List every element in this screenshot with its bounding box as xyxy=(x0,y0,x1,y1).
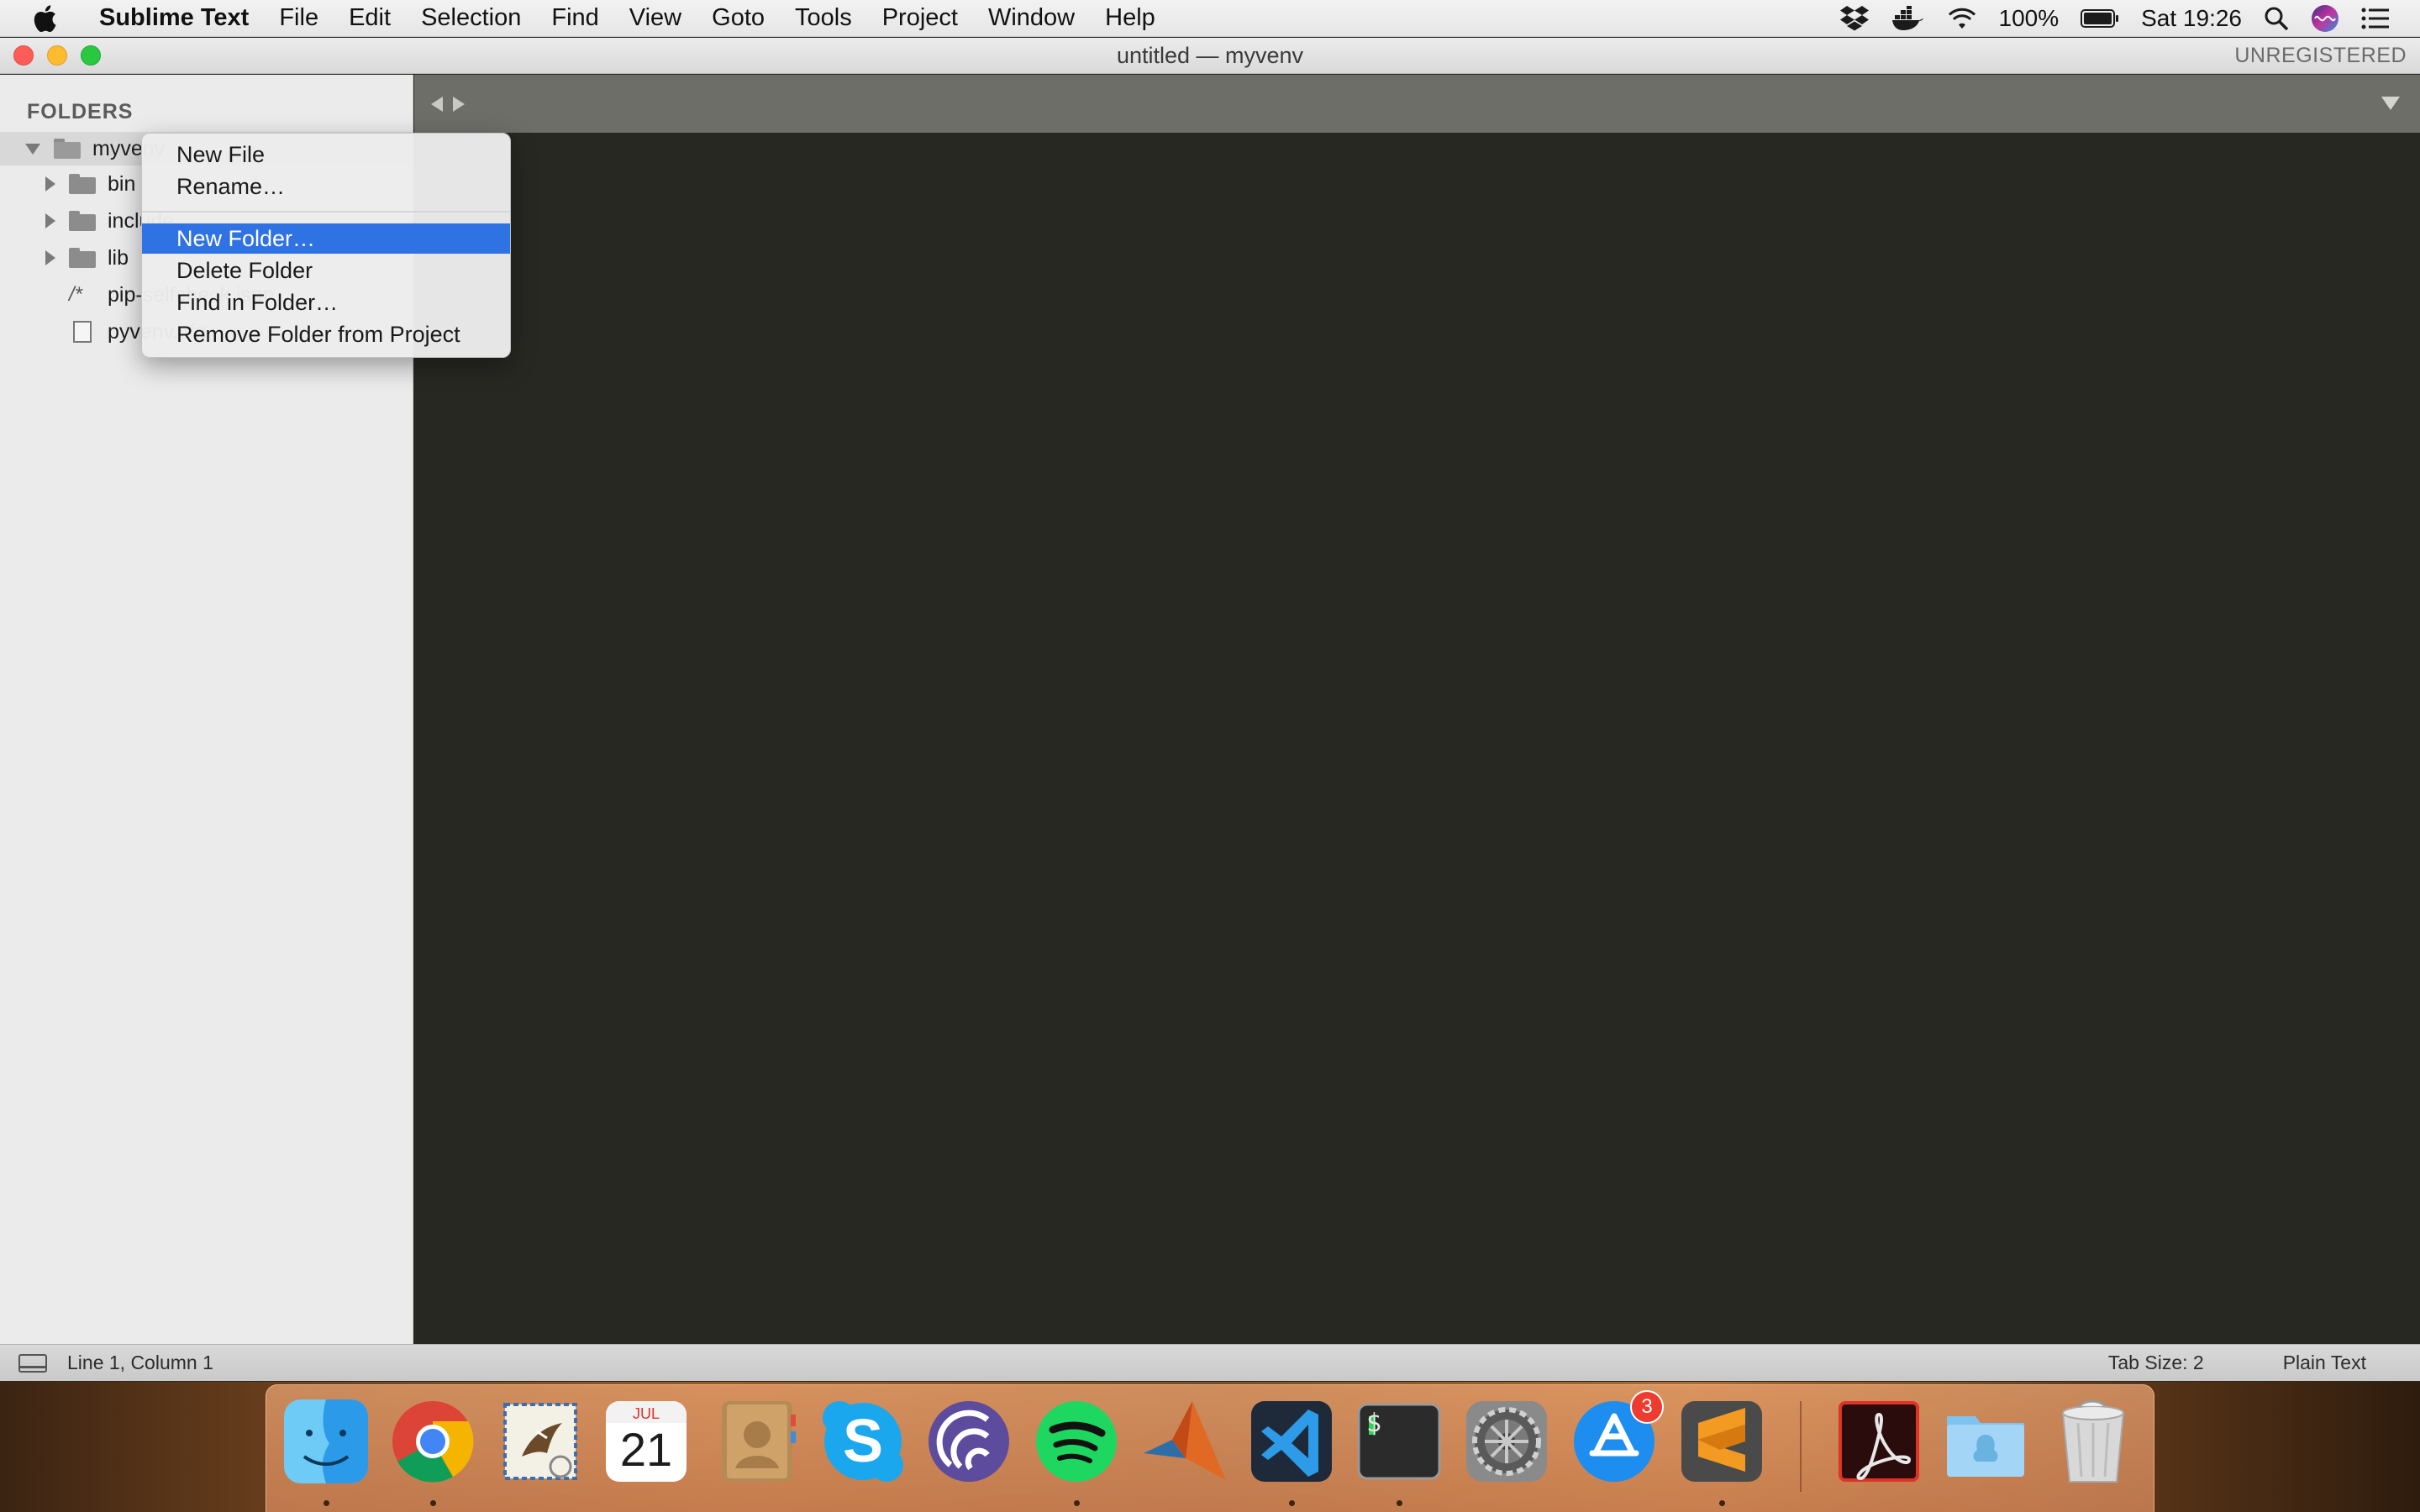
context-menu-find-in-folder[interactable]: Find in Folder… xyxy=(142,287,510,318)
dock-running-indicator xyxy=(430,1500,436,1506)
dock-downloads-folder-icon[interactable] xyxy=(1941,1397,2030,1486)
app-store-badge: 3 xyxy=(1630,1390,1664,1424)
folders-header: FOLDERS xyxy=(27,100,134,123)
menu-app-name[interactable]: Sublime Text xyxy=(91,4,264,32)
calendar-month: JUL xyxy=(632,1405,660,1422)
terminal-prompt: $ xyxy=(1366,1409,1382,1438)
menu-help[interactable]: Help xyxy=(1090,4,1171,32)
tree-item-label: lib xyxy=(108,245,129,270)
context-menu-separator xyxy=(142,211,510,213)
menu-window[interactable]: Window xyxy=(973,4,1090,32)
dock-running-indicator xyxy=(1074,1500,1080,1506)
tab-next-arrow-icon[interactable] xyxy=(453,96,465,112)
dock-sublime-text-icon[interactable] xyxy=(1677,1397,1766,1486)
menu-edit[interactable]: Edit xyxy=(334,4,406,32)
dock-running-indicator xyxy=(324,1500,329,1506)
wifi-icon[interactable] xyxy=(1947,7,1977,30)
status-menus: 100% Sat 19:26 xyxy=(1839,4,2420,33)
disclosure-collapsed-icon[interactable] xyxy=(45,176,55,192)
dock-calendar-icon[interactable]: JUL 21 xyxy=(602,1397,691,1486)
window-title: untitled — myvenv xyxy=(1116,42,1304,68)
disclosure-collapsed-icon[interactable] xyxy=(45,213,55,228)
menu-find[interactable]: Find xyxy=(536,4,613,32)
unregistered-label: UNREGISTERED xyxy=(2234,43,2407,67)
cursor-position: Line 1, Column 1 xyxy=(67,1352,213,1373)
window-title-bar[interactable]: untitled — myvenv UNREGISTERED xyxy=(0,38,2420,74)
folder-icon xyxy=(69,174,96,194)
dock-running-indicator xyxy=(1397,1500,1402,1506)
battery-percent: 100% xyxy=(1998,4,2060,31)
dock-bittorrent-icon[interactable] xyxy=(924,1397,1013,1486)
dock-matlab-icon[interactable] xyxy=(1139,1397,1228,1486)
dock-acrobat-icon[interactable] xyxy=(1834,1397,1923,1486)
docker-icon[interactable] xyxy=(1891,5,1925,31)
menu-file[interactable]: File xyxy=(264,4,334,32)
dock-running-indicator xyxy=(1719,1500,1725,1506)
dropbox-icon[interactable] xyxy=(1839,5,1870,32)
menu-view[interactable]: View xyxy=(614,4,697,32)
tab-size-selector[interactable]: Tab Size: 2 xyxy=(2108,1352,2204,1374)
menu-tools[interactable]: Tools xyxy=(780,4,867,32)
json-file-icon: /* xyxy=(69,283,83,306)
calendar-day: 21 xyxy=(619,1423,673,1476)
dock-chrome-icon[interactable] xyxy=(388,1397,477,1486)
tab-prev-arrow-icon[interactable] xyxy=(431,96,443,112)
panel-toggle-icon[interactable] xyxy=(18,1353,47,1373)
tab-bar xyxy=(414,75,2420,133)
tab-nav-arrows xyxy=(431,96,465,112)
file-icon xyxy=(73,321,92,343)
menu-goto[interactable]: Goto xyxy=(697,4,780,32)
sidebar-context-menu: New File Rename… New Folder… Delete Fold… xyxy=(141,133,511,358)
dock-terminal-icon[interactable]: $ xyxy=(1355,1397,1444,1486)
dock-contacts-icon[interactable] xyxy=(713,1397,802,1486)
apple-icon[interactable] xyxy=(32,4,66,33)
dock-spotify-icon[interactable] xyxy=(1032,1397,1121,1486)
siri-icon[interactable] xyxy=(2311,4,2339,33)
spotlight-search-icon[interactable] xyxy=(2264,6,2289,31)
folder-icon xyxy=(69,248,96,268)
dock-running-indicator xyxy=(1289,1500,1295,1506)
editor-area[interactable] xyxy=(414,133,2420,1344)
context-menu-new-folder[interactable]: New Folder… xyxy=(142,223,510,254)
tree-item-label: bin xyxy=(108,171,136,196)
menu-project[interactable]: Project xyxy=(867,4,973,32)
folder-open-icon xyxy=(54,139,81,159)
notification-center-icon[interactable] xyxy=(2361,8,2390,29)
tab-list-dropdown-icon[interactable] xyxy=(2381,97,2400,110)
dock-app-store-icon[interactable]: 3 xyxy=(1570,1390,1664,1486)
menu-clock[interactable]: Sat 19:26 xyxy=(2141,5,2242,32)
dock-vscode-icon[interactable] xyxy=(1247,1397,1336,1486)
context-menu-delete-folder[interactable]: Delete Folder xyxy=(142,255,510,286)
dock-finder-icon[interactable] xyxy=(281,1397,371,1486)
context-menu-rename[interactable]: Rename… xyxy=(142,171,510,202)
dock-system-preferences-icon[interactable] xyxy=(1462,1397,1551,1486)
battery-icon[interactable] xyxy=(2081,8,2119,28)
folder-icon xyxy=(69,211,96,231)
menu-bar: Sublime Text File Edit Selection Find Vi… xyxy=(0,0,2420,37)
disclosure-expanded-icon[interactable] xyxy=(25,143,40,155)
disclosure-collapsed-icon[interactable] xyxy=(45,250,55,265)
dock-divider xyxy=(1800,1401,1802,1492)
context-menu-new-file[interactable]: New File xyxy=(142,139,510,170)
dock-mail-icon[interactable] xyxy=(496,1397,585,1486)
svg-text:S: S xyxy=(843,1408,883,1475)
dock-skype-icon[interactable]: S xyxy=(818,1397,908,1486)
syntax-selector[interactable]: Plain Text xyxy=(2283,1352,2366,1374)
status-bar: Line 1, Column 1 Tab Size: 2 Plain Text xyxy=(0,1344,2420,1381)
menu-selection[interactable]: Selection xyxy=(406,4,536,32)
dock-trash-icon[interactable] xyxy=(2049,1397,2138,1486)
context-menu-remove-folder[interactable]: Remove Folder from Project xyxy=(142,319,510,349)
